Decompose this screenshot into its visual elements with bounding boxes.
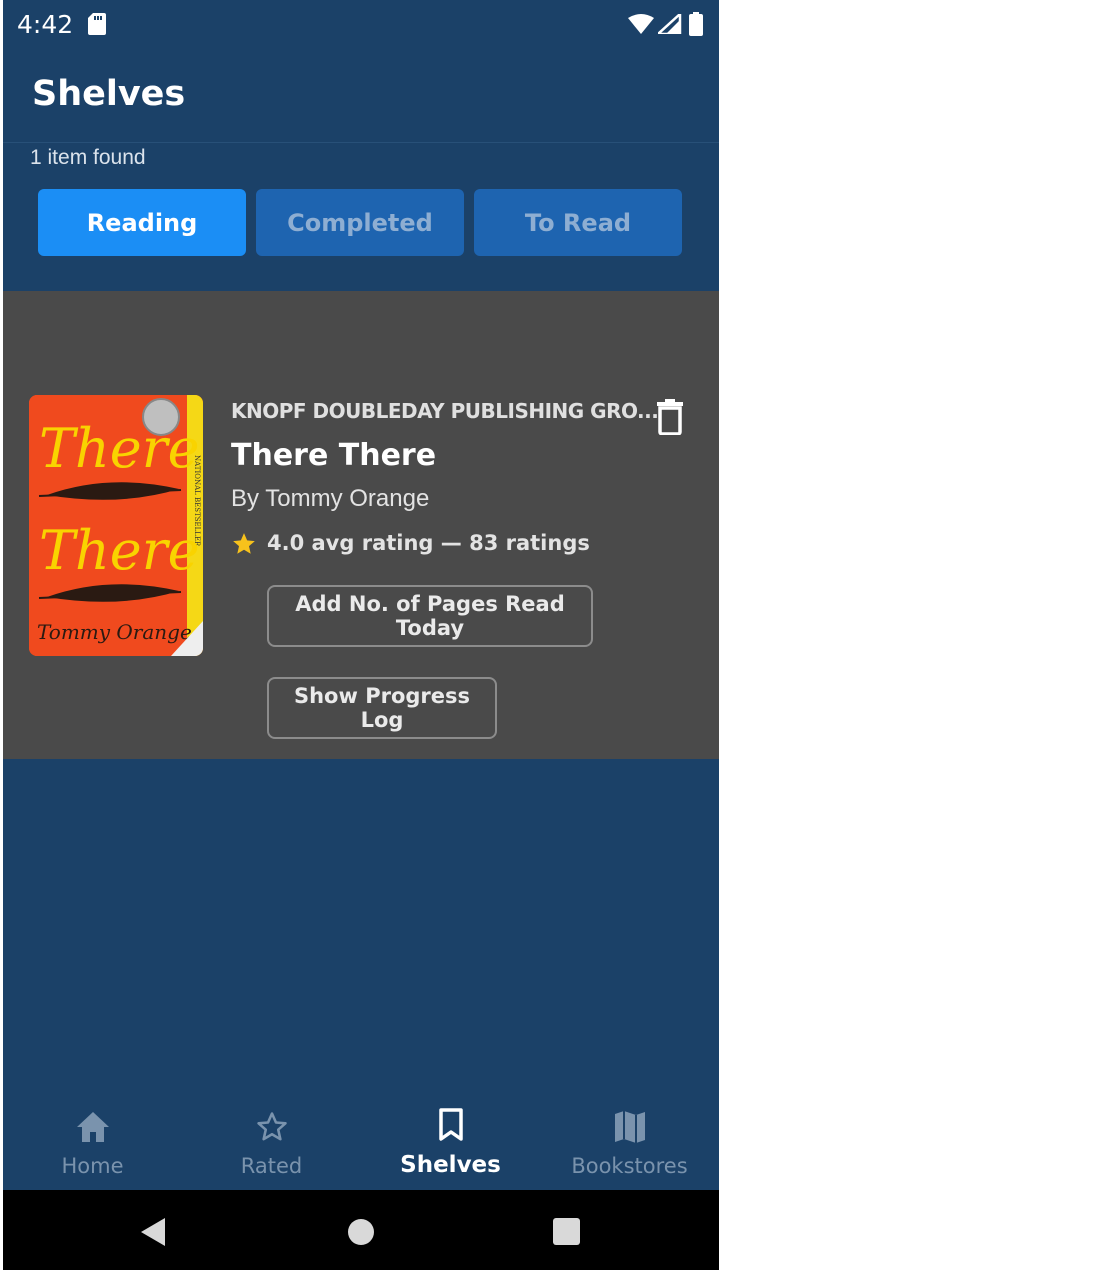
star-outline-icon	[256, 1112, 287, 1141]
home-button-icon[interactable]	[347, 1218, 375, 1246]
book-cover-image[interactable]: NATIONAL BESTSELLER There There Tommy Or…	[29, 395, 203, 656]
book-cover-art: NATIONAL BESTSELLER There There Tommy Or…	[29, 395, 203, 656]
battery-icon	[689, 12, 703, 36]
nav-bookstores[interactable]: Bookstores	[540, 1098, 719, 1190]
tab-reading[interactable]: Reading	[38, 189, 246, 256]
bottom-navigation: Home Rated Shelves Bookstores	[3, 1098, 719, 1190]
items-found-count: 1 item found	[30, 146, 146, 169]
nav-rated[interactable]: Rated	[182, 1098, 361, 1190]
add-pages-read-button[interactable]: Add No. of Pages Read Today	[267, 585, 593, 647]
trash-icon[interactable]	[655, 399, 685, 435]
status-time: 4:42	[17, 10, 74, 39]
map-icon	[614, 1111, 645, 1143]
sd-card-icon	[88, 13, 106, 35]
cover-author: Tommy Orange	[37, 620, 192, 644]
book-title: There There	[231, 438, 437, 473]
recents-icon[interactable]	[553, 1218, 580, 1245]
show-progress-log-button[interactable]: Show Progress Log	[267, 677, 497, 739]
star-icon	[233, 533, 255, 554]
page-title: Shelves	[32, 74, 186, 114]
signal-icon	[658, 14, 682, 34]
book-rating: 4.0 avg rating — 83 ratings	[267, 531, 590, 555]
cover-title-line2: There	[39, 519, 200, 582]
wifi-icon	[628, 14, 654, 34]
status-bar: 4:42	[3, 0, 719, 50]
bookmark-icon	[438, 1108, 463, 1141]
header-divider	[3, 142, 719, 143]
nav-home-label: Home	[61, 1154, 124, 1178]
nav-shelves-label: Shelves	[400, 1152, 501, 1178]
book-publisher: KNOPF DOUBLEDAY PUBLISHING GRO...	[231, 399, 659, 423]
tab-completed[interactable]: Completed	[256, 189, 464, 256]
nav-home[interactable]: Home	[3, 1098, 182, 1190]
home-icon	[76, 1112, 109, 1142]
book-list: NATIONAL BESTSELLER There There Tommy Or…	[3, 291, 719, 759]
nav-bookstores-label: Bookstores	[571, 1154, 688, 1178]
cover-title-line1: There	[39, 417, 200, 480]
nav-rated-label: Rated	[240, 1154, 303, 1178]
nav-shelves[interactable]: Shelves	[361, 1098, 540, 1190]
back-icon[interactable]	[139, 1216, 167, 1248]
app-screen: 4:42 Shelves 1 item found Reading Comple…	[3, 0, 719, 1270]
tab-to-read[interactable]: To Read	[474, 189, 682, 256]
system-navigation-bar	[3, 1190, 719, 1270]
book-author: By Tommy Orange	[231, 485, 430, 512]
